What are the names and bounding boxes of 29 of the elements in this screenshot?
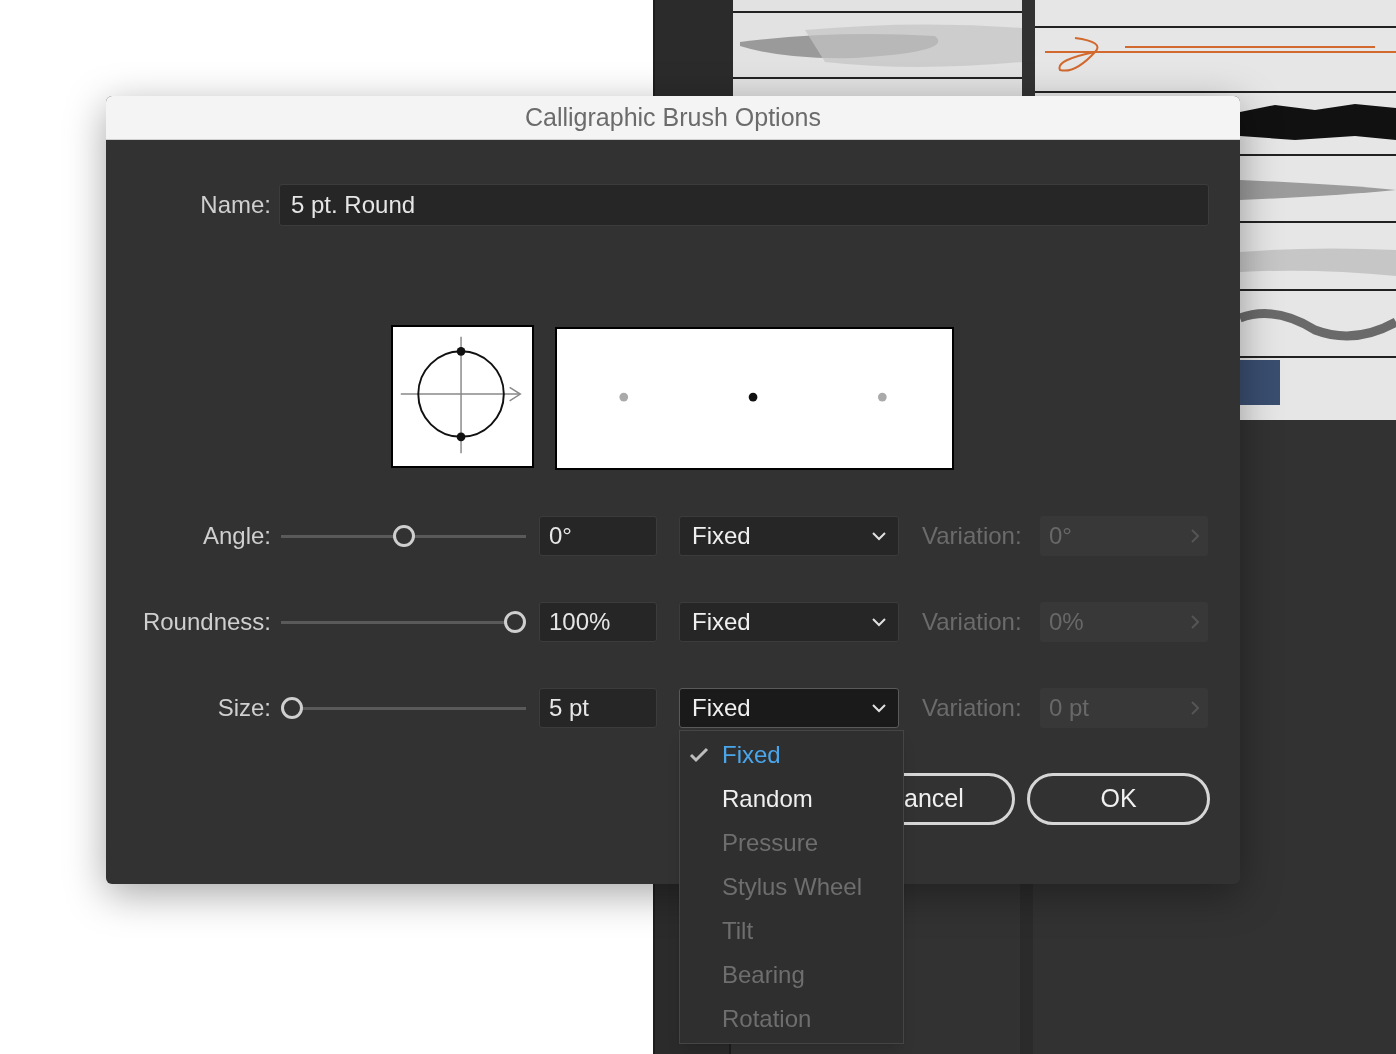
slider-thumb[interactable] <box>281 697 303 719</box>
ok-button[interactable]: OK <box>1027 773 1210 825</box>
slider[interactable] <box>281 611 526 633</box>
name-field[interactable]: 5 pt. Round <box>279 184 1209 226</box>
slider-thumb[interactable] <box>504 611 526 633</box>
option-label: Roundness: <box>141 607 271 637</box>
chevron-down-icon <box>872 531 886 541</box>
option-label: Angle: <box>201 521 271 551</box>
slider[interactable] <box>281 525 526 547</box>
window-title: Calligraphic Brush Options <box>106 96 1240 140</box>
variation-label: Variation: <box>922 607 1023 637</box>
method-dropdown[interactable]: Fixed <box>679 516 899 556</box>
chevron-right-icon <box>1191 701 1199 715</box>
chevron-down-icon <box>872 617 886 627</box>
name-label: Name: <box>199 190 271 220</box>
chevron-down-icon <box>872 703 886 713</box>
variation-label: Variation: <box>922 693 1023 723</box>
slider-thumb[interactable] <box>392 525 415 547</box>
value-field[interactable]: 100% <box>539 602 657 642</box>
variation-label: Variation: <box>922 521 1023 551</box>
method-dropdown[interactable]: Fixed <box>679 688 899 728</box>
value-field[interactable]: 5 pt <box>539 688 657 728</box>
checkmark-icon <box>689 747 709 763</box>
value-field[interactable]: 0° <box>539 516 657 556</box>
chevron-right-icon <box>1191 615 1199 629</box>
option-label: Size: <box>216 693 271 723</box>
slider[interactable] <box>281 697 526 719</box>
chevron-right-icon <box>1191 529 1199 543</box>
method-dropdown[interactable]: Fixed <box>679 602 899 642</box>
